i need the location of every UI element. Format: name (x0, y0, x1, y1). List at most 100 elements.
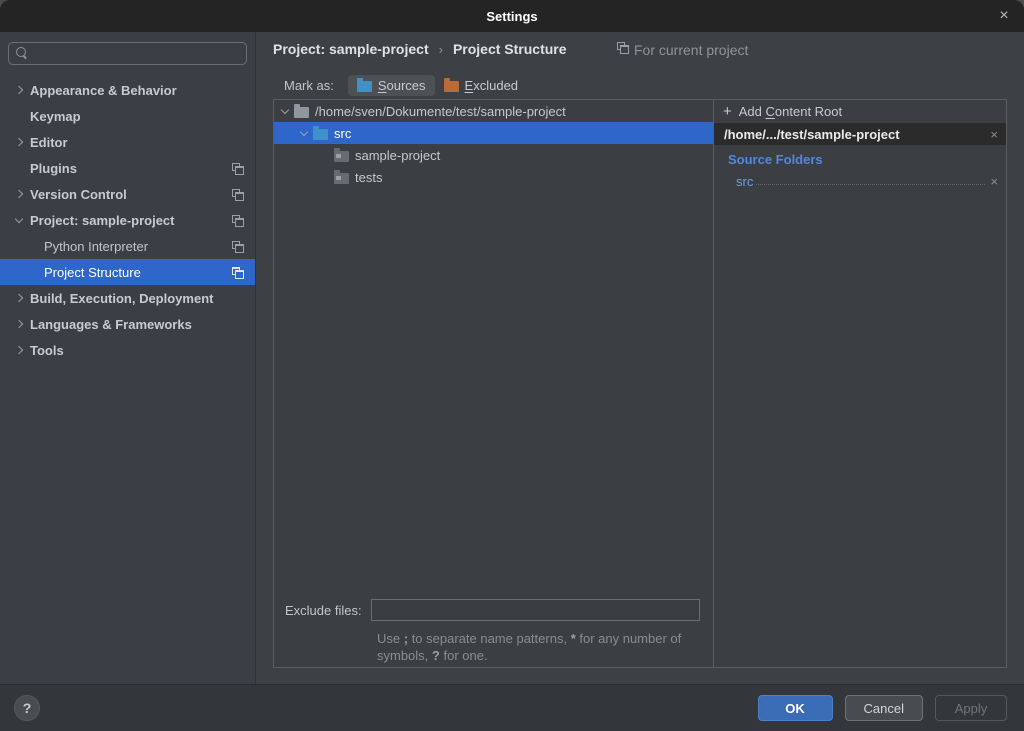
tree-item-label: src (334, 126, 351, 141)
mark-as-toolbar: Mark as: Sources Excluded (284, 75, 527, 96)
sidebar-item-label: Keymap (30, 109, 81, 124)
chevron-right-icon (15, 138, 23, 146)
sidebar-item-tools[interactable]: Tools (0, 337, 255, 363)
sidebar-item-plugins[interactable]: Plugins (0, 155, 255, 181)
mark-sources-button[interactable]: Sources (348, 75, 435, 96)
sidebar-item-keymap[interactable]: Keymap (0, 103, 255, 129)
sidebar-item-label: Python Interpreter (44, 239, 148, 254)
source-folder-name: src (736, 174, 753, 189)
remove-content-root-icon[interactable]: × (990, 127, 998, 142)
sidebar-item-build-execution-deployment[interactable]: Build, Execution, Deployment (0, 285, 255, 311)
sidebar-item-python-interpreter[interactable]: Python Interpreter (0, 233, 255, 259)
directory-tree: /home/sven/Dokumente/test/sample-project… (274, 100, 713, 667)
content-box: /home/sven/Dokumente/test/sample-project… (273, 99, 1007, 668)
exclude-files-input[interactable] (371, 599, 700, 621)
remove-source-folder-icon[interactable]: × (990, 174, 998, 189)
tree-row-src[interactable]: src (274, 122, 713, 144)
chevron-right-icon (15, 346, 23, 354)
hint-text: Use (377, 631, 404, 646)
sidebar-item-label: Appearance & Behavior (30, 83, 177, 98)
mark-sources-label: Sources (378, 78, 426, 93)
source-folder-item[interactable]: src × (714, 169, 1006, 189)
scope-indicator: For current project (617, 42, 748, 58)
hint-text: to separate name patterns, (408, 631, 571, 646)
ok-button[interactable]: OK (758, 695, 833, 721)
exclude-files-hint: Use ; to separate name patterns, * for a… (377, 630, 717, 664)
sidebar-item-label: Build, Execution, Deployment (30, 291, 213, 306)
chevron-right-icon (15, 320, 23, 328)
settings-dialog: Settings × Appearance & Behavior Keymap … (0, 0, 1024, 731)
plus-icon: + (723, 104, 732, 119)
search-input[interactable] (8, 42, 247, 65)
sidebar-item-label: Editor (30, 135, 68, 150)
tree-row-content-root[interactable]: /home/sven/Dokumente/test/sample-project (274, 100, 713, 122)
dialog-title: Settings (486, 9, 537, 24)
help-button[interactable]: ? (14, 695, 40, 721)
per-project-settings-icon (232, 215, 243, 226)
settings-sidebar: Appearance & Behavior Keymap Editor Plug… (0, 32, 256, 684)
sidebar-item-label: Project: sample-project (30, 213, 175, 228)
cancel-button[interactable]: Cancel (845, 695, 923, 721)
tree-item-label: /home/sven/Dokumente/test/sample-project (315, 104, 566, 119)
sidebar-item-label: Plugins (30, 161, 77, 176)
per-project-settings-icon (232, 163, 243, 174)
sidebar-item-version-control[interactable]: Version Control (0, 181, 255, 207)
chevron-right-icon (15, 190, 23, 198)
mark-excluded-label: Excluded (465, 78, 518, 93)
sidebar-item-project-structure[interactable]: Project Structure (0, 259, 255, 285)
per-project-settings-icon (232, 241, 243, 252)
title-bar: Settings × (0, 0, 1024, 32)
sidebar-item-appearance-behavior[interactable]: Appearance & Behavior (0, 77, 255, 103)
source-folder-icon (313, 129, 328, 140)
apply-button[interactable]: Apply (935, 695, 1007, 721)
breadcrumb-project: Project: sample-project (273, 41, 429, 57)
excluded-folder-icon (444, 81, 459, 92)
scope-label: For current project (634, 42, 748, 58)
dotted-leader (756, 184, 985, 185)
sidebar-item-editor[interactable]: Editor (0, 129, 255, 155)
mnemonic: S (378, 78, 387, 93)
project-structure-panel: Project: sample-project › Project Struct… (257, 32, 1024, 684)
content-roots-pane: + Add Content Root /home/.../test/sample… (713, 100, 1006, 667)
label-pre: Add (739, 104, 766, 119)
add-content-root-label: Add Content Root (739, 104, 842, 119)
folder-icon (334, 151, 349, 162)
chevron-right-icon (15, 86, 23, 94)
tree-item-label: tests (355, 170, 382, 185)
sidebar-item-label: Version Control (30, 187, 127, 202)
mnemonic: E (465, 78, 474, 93)
mark-as-label: Mark as: (284, 78, 334, 93)
exclude-files-row: Exclude files: (274, 599, 713, 621)
search-icon (16, 47, 29, 60)
add-content-root-button[interactable]: + Add Content Root (714, 100, 1006, 123)
folder-icon (334, 173, 349, 184)
chevron-down-icon[interactable] (300, 127, 308, 135)
hint-question: ? (432, 648, 440, 663)
sources-folder-icon (357, 81, 372, 92)
breadcrumb: Project: sample-project › Project Struct… (273, 41, 567, 57)
source-folders-heading: Source Folders (728, 152, 1006, 167)
chevron-right-icon (15, 294, 23, 302)
sidebar-item-project[interactable]: Project: sample-project (0, 207, 255, 233)
tree-item-label: sample-project (355, 148, 440, 163)
label-rest: xcluded (473, 78, 518, 93)
tree-row-tests[interactable]: tests (274, 166, 713, 188)
exclude-files-label: Exclude files: (285, 603, 362, 618)
close-icon[interactable]: × (994, 6, 1014, 26)
for-current-project-icon (617, 45, 628, 56)
mark-excluded-button[interactable]: Excluded (435, 75, 527, 96)
tree-row-sample-project[interactable]: sample-project (274, 144, 713, 166)
label-rest: ources (387, 78, 426, 93)
sidebar-item-label: Project Structure (44, 265, 141, 280)
content-root-item[interactable]: /home/.../test/sample-project × (714, 123, 1006, 145)
chevron-down-icon[interactable] (281, 105, 289, 113)
chevron-down-icon (15, 214, 23, 222)
sidebar-item-label: Tools (30, 343, 64, 358)
hint-text: for one. (440, 648, 488, 663)
content-root-path: /home/.../test/sample-project (724, 127, 900, 142)
sidebar-item-languages-frameworks[interactable]: Languages & Frameworks (0, 311, 255, 337)
settings-nav: Appearance & Behavior Keymap Editor Plug… (0, 77, 255, 363)
dialog-footer: ? OK Cancel Apply (0, 684, 1024, 731)
folder-icon (294, 107, 309, 118)
per-project-settings-icon (232, 267, 243, 278)
